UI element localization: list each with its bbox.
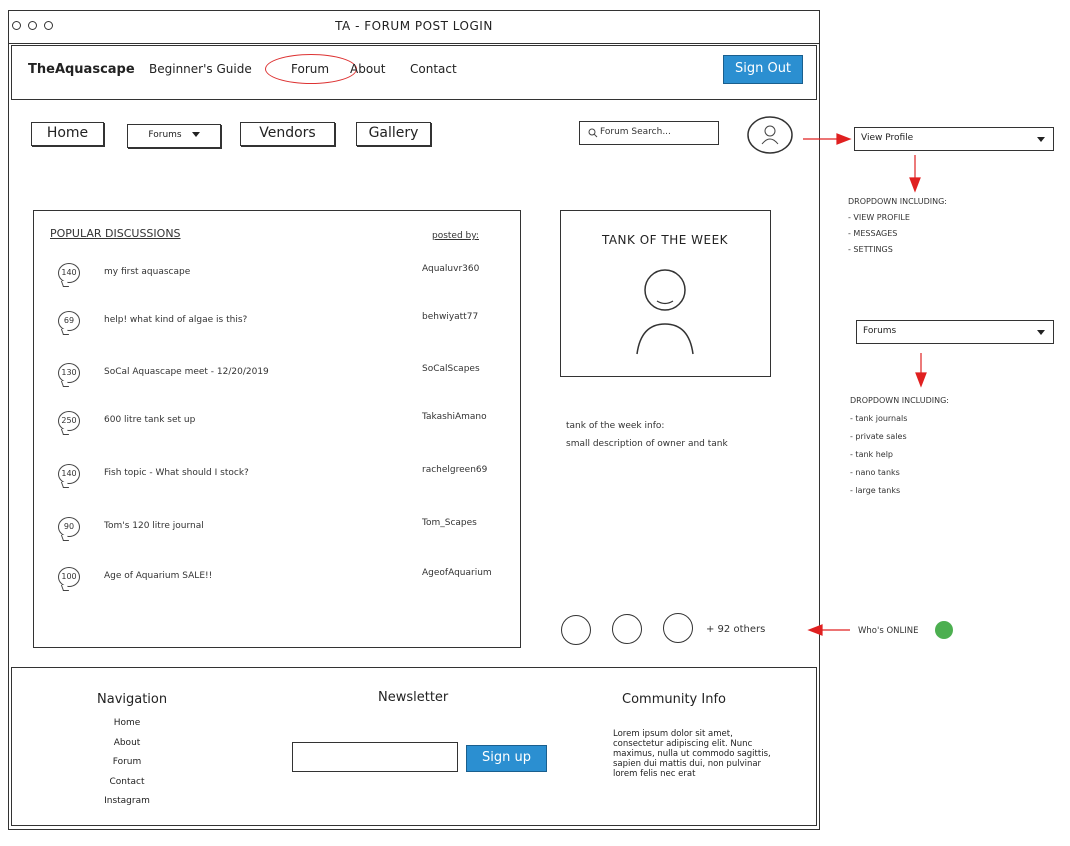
forums-note-item: - nano tanks [850, 468, 900, 477]
profile-dropdown-note: DROPDOWN INCLUDING: - VIEW PROFILE - MES… [848, 194, 947, 258]
view-profile-dropdown[interactable]: View Profile [854, 127, 1054, 151]
forums-note-item: - tank journals [850, 414, 908, 423]
profile-note-item: - VIEW PROFILE [848, 213, 910, 222]
profile-note-item: - MESSAGES [848, 229, 898, 238]
online-status-indicator [935, 621, 953, 639]
forums-note-item: - tank help [850, 450, 894, 459]
forums-annotation-dropdown-label: Forums [863, 326, 897, 336]
view-profile-dropdown-label: View Profile [861, 133, 914, 143]
forums-note-item: - private sales [850, 432, 907, 441]
profile-note-item: - SETTINGS [848, 245, 893, 254]
forums-dropdown-note: DROPDOWN INCLUDING: - tank journals - pr… [850, 392, 949, 500]
forums-note-title: DROPDOWN INCLUDING: [850, 396, 949, 405]
profile-note-title: DROPDOWN INCLUDING: [848, 197, 947, 206]
whos-online-label: Who's ONLINE [858, 626, 919, 636]
chevron-down-icon [1037, 330, 1045, 335]
forums-note-item: - large tanks [850, 486, 901, 495]
forums-annotation-dropdown[interactable]: Forums [856, 320, 1054, 344]
chevron-down-icon [1037, 137, 1045, 142]
